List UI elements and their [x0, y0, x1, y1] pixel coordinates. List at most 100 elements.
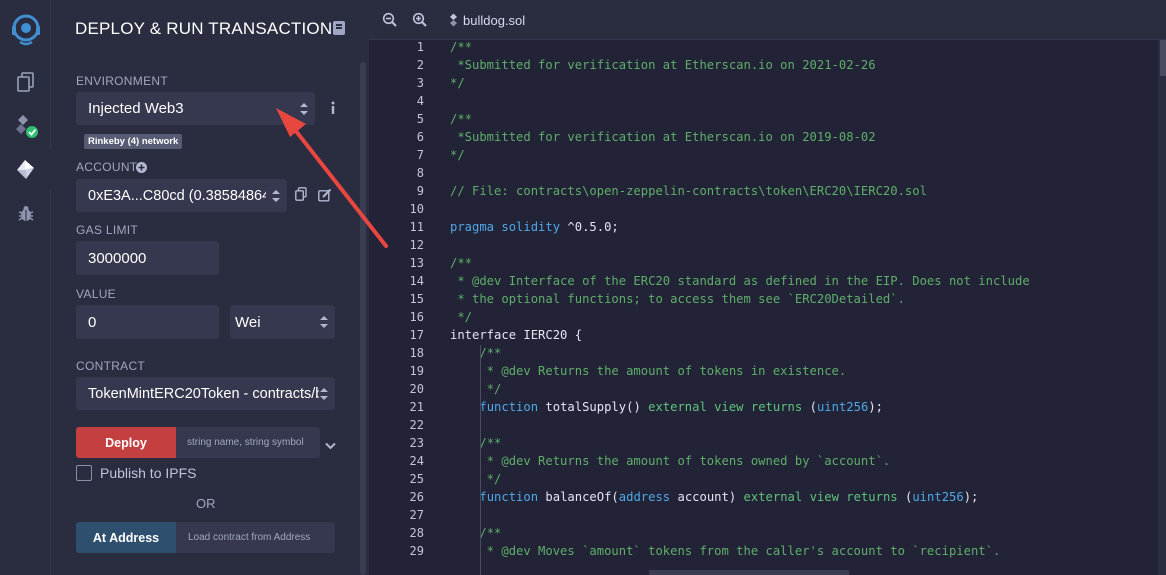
code-line[interactable]: 22 — [369, 416, 1166, 434]
code-line[interactable]: 16 */ — [369, 308, 1166, 326]
code-line[interactable]: 29 * @dev Moves `amount` tokens from the… — [369, 542, 1166, 560]
code-text: /** — [479, 346, 502, 360]
value-label: VALUE — [76, 287, 116, 301]
code-text: /** — [450, 256, 473, 270]
code-line[interactable]: 26 function balanceOf(address account) e… — [369, 488, 1166, 506]
debugger-icon[interactable] — [0, 194, 51, 234]
line-number: 19 — [409, 364, 424, 378]
line-number: 26 — [409, 490, 424, 504]
line-number: 21 — [409, 400, 424, 414]
line-number: 14 — [409, 274, 424, 288]
code-text: */ — [450, 472, 502, 486]
line-number: 7 — [416, 148, 424, 162]
deploy-button[interactable]: Deploy — [76, 427, 176, 458]
at-address-button[interactable]: At Address — [76, 522, 176, 553]
code-line[interactable]: 3 */ — [369, 74, 1166, 92]
environment-select[interactable]: Injected Web3 — [76, 92, 315, 125]
code-text: /** — [450, 40, 473, 54]
code-editor[interactable]: 1 /** 2 *Submitted for verification at Eth… — [369, 40, 1166, 575]
code-line[interactable]: 7 */ — [369, 146, 1166, 164]
line-number: 8 — [416, 166, 424, 180]
code-line[interactable]: 10 — [369, 200, 1166, 218]
copy-icon[interactable] — [295, 187, 307, 201]
line-number: 11 — [409, 220, 424, 234]
line-number: 5 — [416, 112, 424, 126]
select-arrows-icon — [320, 316, 328, 328]
line-number: 2 — [416, 58, 424, 72]
contract-label: CONTRACT — [76, 359, 146, 373]
code-text: pragma solidity ^0.5.0; — [450, 220, 619, 234]
account-select[interactable]: 0xE3A...C80cd (0.3858486451 — [76, 179, 287, 212]
editor-scroll-thumb[interactable] — [1160, 40, 1166, 76]
panel-scrollbar[interactable] — [360, 62, 366, 575]
value-unit-select[interactable]: Wei — [230, 305, 335, 339]
code-line[interactable]: 28 /** — [369, 524, 1166, 542]
line-number: 4 — [416, 94, 424, 108]
publish-ipfs-checkbox[interactable] — [76, 465, 92, 481]
code-line[interactable]: 11 pragma solidity ^0.5.0; — [369, 218, 1166, 236]
code-text: * the optional functions; to access them… — [450, 292, 905, 306]
code-line[interactable]: 18 /** — [369, 344, 1166, 362]
code-line[interactable]: 6 *Submitted for verification at Ethersc… — [369, 128, 1166, 146]
zoom-in-icon[interactable] — [412, 12, 428, 28]
account-value: 0xE3A...C80cd (0.3858486451 — [88, 187, 266, 204]
editor-vertical-scrollbar[interactable] — [1158, 40, 1166, 575]
code-text: * @dev Returns the amount of tokens owne… — [450, 454, 891, 468]
code-text: function balanceOf(address account) exte… — [479, 490, 979, 504]
code-text: function totalSupply() external view ret… — [479, 400, 883, 414]
remix-logo-icon[interactable] — [0, 10, 51, 50]
code-text: */ — [450, 382, 502, 396]
code-line[interactable]: 25 */ — [369, 470, 1166, 488]
chevron-down-icon[interactable] — [325, 437, 336, 450]
code-text: * @dev Interface of the ERC20 standard a… — [450, 274, 1030, 288]
code-text: * @dev Returns the amount of tokens in e… — [450, 364, 847, 378]
at-address-input[interactable]: Load contract from Address — [176, 522, 335, 553]
line-number: 12 — [409, 238, 424, 252]
code-text: *Submitted for verification at Etherscan… — [450, 130, 876, 144]
environment-value: Injected Web3 — [88, 100, 184, 117]
deploy-params-input[interactable]: string name, string symbol — [176, 427, 320, 458]
code-line[interactable]: 23 /** — [369, 434, 1166, 452]
contract-select[interactable]: TokenMintERC20Token - contracts/bulldog.… — [76, 377, 335, 410]
line-number: 23 — [409, 436, 424, 450]
line-number: 13 — [409, 256, 424, 270]
code-line[interactable]: 21 function totalSupply() external view … — [369, 398, 1166, 416]
solidity-file-icon — [449, 13, 458, 30]
select-arrows-icon — [320, 387, 328, 400]
documentation-icon[interactable] — [333, 21, 345, 35]
gas-limit-input[interactable]: 3000000 — [76, 241, 219, 275]
value-input[interactable]: 0 — [76, 305, 219, 339]
zoom-out-icon[interactable] — [382, 12, 398, 28]
icon-panel — [0, 0, 51, 575]
code-line[interactable]: 1 /** — [369, 40, 1166, 56]
code-line[interactable]: 8 — [369, 164, 1166, 182]
line-number: 15 — [409, 292, 424, 306]
code-line[interactable]: 9 // File: contracts\open-zeppelin-contra… — [369, 182, 1166, 200]
code-line[interactable]: 12 — [369, 236, 1166, 254]
code-line[interactable]: 19 * @dev Returns the amount of tokens i… — [369, 362, 1166, 380]
file-explorer-icon[interactable] — [0, 62, 51, 102]
code-line[interactable]: 2 *Submitted for verification at Ethersc… — [369, 56, 1166, 74]
code-text: /** — [450, 112, 473, 126]
tab-bulldog-sol[interactable]: bulldog.sol — [463, 13, 525, 28]
solidity-compiler-icon[interactable] — [0, 106, 51, 146]
code-line[interactable]: 14 * @dev Interface of the ERC20 standar… — [369, 272, 1166, 290]
deploy-run-icon[interactable] — [0, 150, 51, 190]
code-line[interactable]: 5 /** — [369, 110, 1166, 128]
line-number: 22 — [409, 418, 424, 432]
editor-horizontal-scrollbar[interactable] — [649, 570, 849, 575]
code-line[interactable]: 13 /** — [369, 254, 1166, 272]
line-number: 16 — [409, 310, 424, 324]
code-line[interactable]: 20 */ — [369, 380, 1166, 398]
code-line[interactable]: 24 * @dev Returns the amount of tokens o… — [369, 452, 1166, 470]
line-number: 25 — [409, 472, 424, 486]
code-line[interactable]: 17 interface IERC20 { — [369, 326, 1166, 344]
code-line[interactable]: 15 * the optional functions; to access t… — [369, 290, 1166, 308]
line-number: 17 — [409, 328, 424, 342]
code-line[interactable]: 27 — [369, 506, 1166, 524]
info-icon[interactable] — [329, 100, 337, 116]
edit-icon[interactable] — [318, 188, 332, 202]
add-account-icon[interactable] — [136, 160, 147, 173]
code-line[interactable]: 4 — [369, 92, 1166, 110]
line-number: 18 — [409, 346, 424, 360]
